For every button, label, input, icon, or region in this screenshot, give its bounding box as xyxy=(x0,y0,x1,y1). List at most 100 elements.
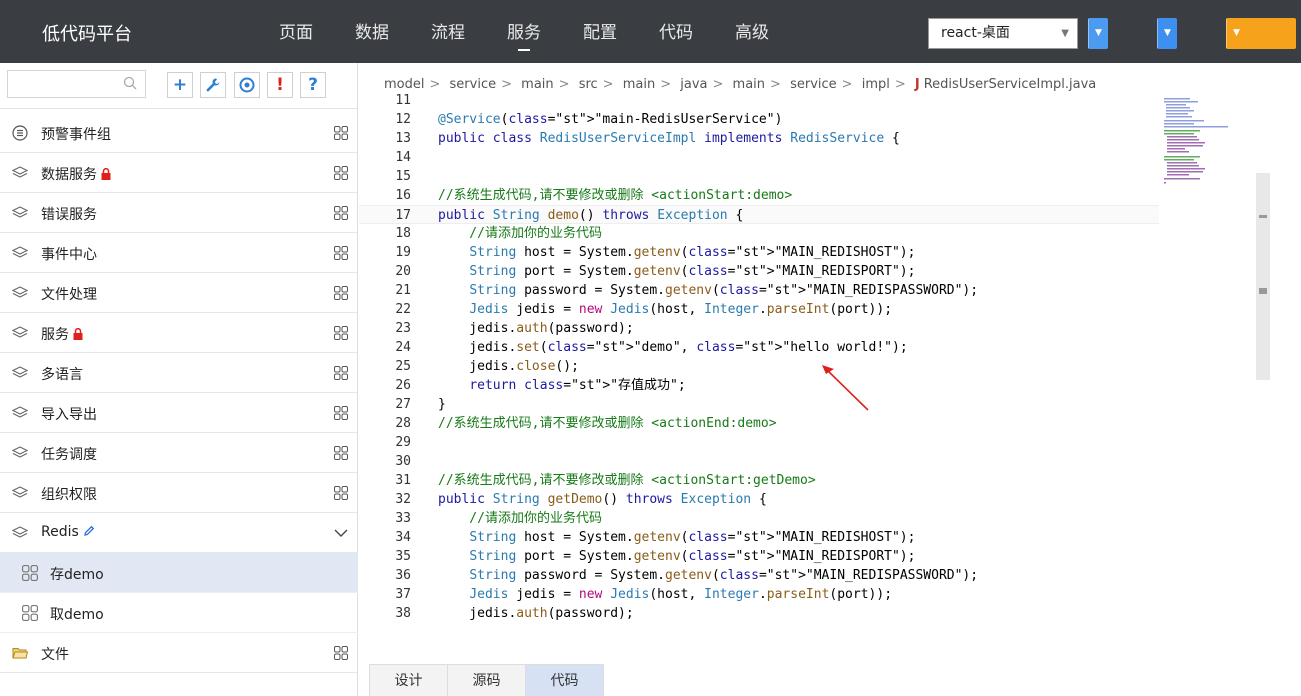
sidebar-item-service[interactable]: 服务 xyxy=(0,313,358,353)
grid-icon[interactable] xyxy=(334,126,348,140)
publish-dropdown-caret-icon[interactable]: ▼ xyxy=(1226,18,1246,49)
nav-flow[interactable]: 流程 xyxy=(410,0,486,63)
pencil-icon[interactable] xyxy=(83,525,95,537)
code-scrollbar[interactable] xyxy=(1256,173,1270,380)
wrench-button[interactable] xyxy=(200,72,226,98)
code-line[interactable]: 14 xyxy=(359,148,1159,167)
code-line[interactable]: 19 String host = System.getenv(class="st… xyxy=(359,243,1159,262)
preview-button[interactable]: 预览 ▼ xyxy=(1157,18,1177,49)
sidebar-item-file[interactable]: 文件 xyxy=(0,633,358,673)
sidebar-subitem-save-demo[interactable]: 存demo xyxy=(0,553,358,593)
sidebar-item-error-service[interactable]: 错误服务 xyxy=(0,193,358,233)
breadcrumb-item[interactable]: src xyxy=(579,77,598,92)
preview-dropdown-caret-icon[interactable]: ▼ xyxy=(1157,18,1177,49)
grid-icon[interactable] xyxy=(334,206,348,220)
breadcrumb-item[interactable]: java xyxy=(680,77,707,92)
breadcrumb-item[interactable]: service xyxy=(450,77,497,92)
code-line[interactable]: 31 //系统生成代码,请不要修改或删除 <actionStart:getDemo… xyxy=(359,471,1159,490)
layers-icon xyxy=(12,406,28,418)
code-line[interactable]: 38 jedis.auth(password); xyxy=(359,604,1159,623)
sidebar-item-label: 文件 xyxy=(41,647,69,663)
code-minimap[interactable] xyxy=(1164,96,1234,186)
code-line[interactable]: 24 jedis.set(class="st">"demo", class="s… xyxy=(359,338,1159,357)
sidebar-item-label-wrap: Redis xyxy=(41,524,95,540)
search-input[interactable] xyxy=(7,70,146,98)
tab-source[interactable]: 源码 xyxy=(447,664,526,696)
code-line[interactable]: 28 //系统生成代码,请不要修改或删除 <actionEnd:demo> xyxy=(359,414,1159,433)
code-line[interactable]: 26 return class="st">"存值成功"; xyxy=(359,376,1159,395)
grid-icon[interactable] xyxy=(334,246,348,260)
warning-button[interactable]: ! xyxy=(267,72,293,98)
code-line[interactable]: 17 public String demo() throws Exception … xyxy=(359,205,1159,224)
nav-code[interactable]: 代码 xyxy=(638,0,714,63)
nav-service[interactable]: 服务 xyxy=(486,0,562,63)
help-button[interactable]: ? xyxy=(300,72,326,98)
breadcrumb-item[interactable]: model xyxy=(384,77,424,92)
sidebar-item-data-service[interactable]: 数据服务 xyxy=(0,153,358,193)
code-line[interactable]: 36 String password = System.getenv(class… xyxy=(359,566,1159,585)
grid-icon[interactable] xyxy=(334,286,348,300)
sidebar-subitem-get-demo[interactable]: 取demo xyxy=(0,593,358,633)
line-number: 15 xyxy=(395,169,411,184)
code-line[interactable]: 16 //系统生成代码,请不要修改或删除 <actionStart:demo> xyxy=(359,186,1159,205)
code-line[interactable]: 13 public class RedisUserServiceImpl impl… xyxy=(359,129,1159,148)
grid-icon[interactable] xyxy=(334,406,348,420)
sidebar-item-org-permission[interactable]: 组织权限 xyxy=(0,473,358,513)
grid-icon[interactable] xyxy=(334,486,348,500)
code-line[interactable]: 33 //请添加你的业务代码 xyxy=(359,509,1159,528)
nav-page[interactable]: 页面 xyxy=(258,0,334,63)
grid-icon[interactable] xyxy=(334,326,348,340)
chevron-down-icon[interactable] xyxy=(334,526,348,540)
sidebar-item-file-processing[interactable]: 文件处理 xyxy=(0,273,358,313)
target-button[interactable] xyxy=(234,72,260,98)
breadcrumb-item[interactable]: main xyxy=(733,77,765,92)
grid-icon[interactable] xyxy=(334,646,348,660)
tab-design[interactable]: 设计 xyxy=(369,664,448,696)
target-select[interactable]: react-桌面 ▼ xyxy=(928,18,1078,49)
code-line[interactable]: 39 String value = jedis.get(class="st">"… xyxy=(359,623,1159,626)
code-line[interactable]: 30 xyxy=(359,452,1159,471)
code-line[interactable]: 29 xyxy=(359,433,1159,452)
breadcrumb-item[interactable]: impl xyxy=(862,77,890,92)
code-line[interactable]: 20 String port = System.getenv(class="st… xyxy=(359,262,1159,281)
code-line[interactable]: 32 public String getDemo() throws Excepti… xyxy=(359,490,1159,509)
sidebar-item-i18n[interactable]: 多语言 xyxy=(0,353,358,393)
code-editor[interactable]: 11 12 @Service(class="st">"main-RedisUserS… xyxy=(359,91,1159,626)
code-line[interactable]: 21 String password = System.getenv(class… xyxy=(359,281,1159,300)
code-line[interactable]: 23 jedis.auth(password); xyxy=(359,319,1159,338)
line-number: 36 xyxy=(395,568,411,583)
code-line[interactable]: 22 Jedis jedis = new Jedis(host, Integer… xyxy=(359,300,1159,319)
code-line[interactable]: 18 //请添加你的业务代码 xyxy=(359,224,1159,243)
grid-icon[interactable] xyxy=(334,446,348,460)
grid-icon[interactable] xyxy=(334,366,348,380)
add-button[interactable]: + xyxy=(167,72,193,98)
nav-data[interactable]: 数据 xyxy=(334,0,410,63)
sidebar-item-task-schedule[interactable]: 任务调度 xyxy=(0,433,358,473)
nav-config[interactable]: 配置 xyxy=(562,0,638,63)
save-button[interactable]: 保存 ▼ xyxy=(1088,18,1108,49)
sidebar-item-redis[interactable]: Redis xyxy=(0,513,358,553)
code-line[interactable]: 27} xyxy=(359,395,1159,414)
code-text: //系统生成代码,请不要修改或删除 <actionStart:getDemo> xyxy=(438,473,816,488)
breadcrumb-item[interactable]: main xyxy=(623,77,655,92)
sidebar-item-import-export[interactable]: 导入导出 xyxy=(0,393,358,433)
sidebar-item-event-center[interactable]: 事件中心 xyxy=(0,233,358,273)
code-line[interactable]: 35 String port = System.getenv(class="st… xyxy=(359,547,1159,566)
publish-button[interactable]: 发布 ▼ xyxy=(1226,18,1296,49)
code-line[interactable]: 15 xyxy=(359,167,1159,186)
grid-icon[interactable] xyxy=(334,166,348,180)
code-line[interactable]: 25 jedis.close(); xyxy=(359,357,1159,376)
save-dropdown-caret-icon[interactable]: ▼ xyxy=(1088,18,1108,49)
line-number: 31 xyxy=(395,473,411,488)
layers-icon xyxy=(12,286,28,298)
code-line[interactable]: 37 Jedis jedis = new Jedis(host, Integer… xyxy=(359,585,1159,604)
tab-code[interactable]: 代码 xyxy=(525,664,604,696)
breadcrumb-file[interactable]: RedisUserServiceImpl.java xyxy=(924,77,1097,92)
nav-advanced[interactable]: 高级 xyxy=(714,0,790,63)
code-line[interactable]: 34 String host = System.getenv(class="st… xyxy=(359,528,1159,547)
code-line[interactable]: 11 xyxy=(359,91,1159,110)
breadcrumb-item[interactable]: service xyxy=(790,77,837,92)
breadcrumb-item[interactable]: main xyxy=(521,77,553,92)
sidebar-item-alert-group[interactable]: 预警事件组 xyxy=(0,113,358,153)
code-line[interactable]: 12 @Service(class="st">"main-RedisUserSer… xyxy=(359,110,1159,129)
